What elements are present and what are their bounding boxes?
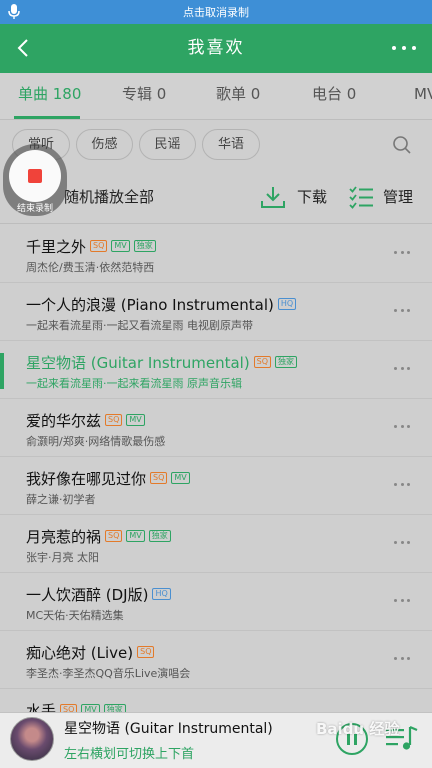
page-title: 我喜欢: [187, 38, 245, 58]
song-title: 爱的华尔兹: [26, 411, 102, 430]
song-title: 我好像在哪见过你: [26, 469, 147, 488]
song-artist: 周杰伦/费玉清·依然范特西: [26, 261, 155, 274]
song-more-icon[interactable]: [394, 425, 410, 429]
song-more-icon[interactable]: [394, 541, 410, 545]
search-icon[interactable]: [392, 135, 412, 155]
microphone-icon: [8, 4, 20, 19]
baidu-watermark: Baidu 经验: [316, 720, 400, 738]
app-header: 我喜欢: [0, 24, 432, 73]
exclusive-badge: 独家: [148, 530, 171, 542]
download-icon[interactable]: [260, 185, 286, 209]
song-artist: 李圣杰·李圣杰QQ音乐Live演唱会: [26, 667, 191, 680]
mv-badge[interactable]: MV: [126, 530, 145, 542]
album-cover[interactable]: [10, 717, 54, 761]
song-title: 千里之外: [26, 237, 87, 256]
exclusive-badge: 独家: [275, 356, 298, 368]
song-artist: 一起来看流星雨·一起又看流星雨 电视剧原声带: [26, 319, 253, 332]
sq-badge: SQ: [90, 240, 108, 252]
screen-recording-bar[interactable]: 点击取消录制: [0, 0, 432, 24]
tab-songs[interactable]: 单曲 180: [18, 73, 81, 119]
stop-recording-label: 结束录制: [16, 204, 53, 214]
song-title: 一人饮酒醉 (DJ版): [26, 585, 149, 604]
swipe-hint: 左右横划可切换上下首: [64, 747, 195, 762]
stop-recording-button[interactable]: 结束录制: [3, 144, 67, 216]
song-row[interactable]: 爱的华尔兹 SQ MV 俞灏明/郑爽·网络情歌最伤感: [0, 399, 432, 457]
stop-circle: [9, 150, 61, 202]
hq-badge: HQ: [277, 298, 297, 310]
download-button[interactable]: 下载: [297, 170, 327, 224]
song-more-icon[interactable]: [394, 309, 410, 313]
tab-albums[interactable]: 专辑 0: [122, 73, 166, 119]
sq-badge: SQ: [137, 646, 155, 658]
hq-badge: HQ: [152, 588, 171, 600]
song-artist: 一起来看流星雨·一起来看流星雨 原声音乐辑: [26, 377, 242, 390]
song-title: 星空物语 (Guitar Instrumental): [26, 353, 250, 372]
song-more-icon[interactable]: [394, 251, 410, 255]
song-row[interactable]: 一人饮酒醉 (DJ版) HQ MC天佑·天佑精选集: [0, 573, 432, 631]
song-row[interactable]: 痴心绝对 (Live) SQ 李圣杰·李圣杰QQ音乐Live演唱会: [0, 631, 432, 689]
sq-badge: SQ: [105, 530, 123, 542]
tag-filter-row: 常听 伤感 民谣 华语: [0, 121, 432, 169]
song-title: 痴心绝对 (Live): [26, 643, 134, 662]
song-more-icon[interactable]: [394, 657, 410, 661]
active-tab-indicator: [14, 116, 80, 119]
song-artist: 薛之谦·初学者: [26, 493, 96, 506]
stop-icon: [28, 169, 42, 183]
song-more-icon[interactable]: [394, 367, 410, 371]
tag-chip[interactable]: 民谣: [139, 129, 196, 160]
tab-mv[interactable]: MV: [414, 73, 432, 119]
cancel-recording-text: 点击取消录制: [183, 6, 249, 19]
tag-chip[interactable]: 伤感: [76, 129, 133, 160]
song-row[interactable]: 千里之外 SQ MV 独家 周杰伦/费玉清·依然范特西: [0, 225, 432, 283]
sq-badge: SQ: [253, 356, 272, 368]
mv-badge[interactable]: MV: [111, 240, 130, 252]
manage-list-icon[interactable]: [348, 185, 374, 209]
song-more-icon[interactable]: [394, 599, 410, 603]
song-artist: 俞灏明/郑爽·网络情歌最伤感: [26, 435, 166, 448]
now-playing-title: 星空物语 (Guitar Instrumental): [64, 721, 273, 737]
tab-bar: 单曲 180 专辑 0 歌单 0 电台 0 MV: [0, 73, 432, 120]
sq-badge: SQ: [150, 472, 168, 484]
song-artist: 张宇·月亮 太阳: [26, 551, 99, 564]
mv-badge[interactable]: MV: [171, 472, 190, 484]
song-row[interactable]: 我好像在哪见过你 SQ MV 薛之谦·初学者: [0, 457, 432, 515]
song-row-now-playing[interactable]: 星空物语 (Guitar Instrumental) SQ 独家 一起来看流星雨…: [0, 341, 432, 399]
shuffle-all-button[interactable]: 随机播放全部: [64, 170, 154, 224]
song-artist: MC天佑·天佑精选集: [26, 609, 124, 622]
song-more-icon[interactable]: [394, 483, 410, 487]
song-row[interactable]: 月亮惹的祸 SQ MV 独家 张宇·月亮 太阳: [0, 515, 432, 573]
song-title: 月亮惹的祸: [26, 527, 102, 546]
more-options-icon[interactable]: [392, 40, 416, 56]
mv-badge[interactable]: MV: [126, 414, 145, 426]
tag-chip[interactable]: 华语: [202, 129, 260, 160]
now-playing-indicator: [0, 353, 4, 389]
manage-button[interactable]: 管理: [383, 170, 413, 224]
song-title: 一个人的浪漫 (Piano Instrumental): [26, 295, 274, 314]
exclusive-badge: 独家: [133, 240, 156, 252]
song-row[interactable]: 一个人的浪漫 (Piano Instrumental) HQ 一起来看流星雨·一…: [0, 283, 432, 341]
tab-playlists[interactable]: 歌单 0: [216, 73, 260, 119]
tab-radio[interactable]: 电台 0: [312, 73, 356, 119]
sq-badge: SQ: [105, 414, 123, 426]
